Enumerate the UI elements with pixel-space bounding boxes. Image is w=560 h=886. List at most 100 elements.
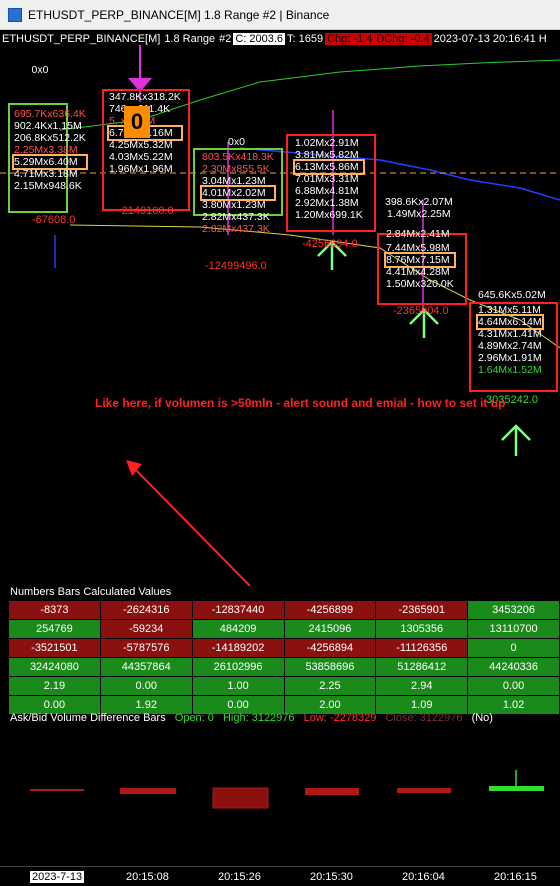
cell: 7.44Mx5.98M (386, 242, 450, 254)
askbid-open: Open: 0 (174, 712, 214, 724)
bar-delta-3: -12499496.0 (205, 260, 267, 272)
poc-cell: 5.29Mx6.40M (12, 154, 88, 170)
cell: 2.30Mx855.5K (202, 163, 270, 175)
window-title: ETHUSDT_PERP_BINANCE[M] 1.8 Range #2 | B… (28, 7, 330, 22)
cell: 2.82Mx437.3K (202, 223, 270, 235)
cell: 4.25Mx5.32M (109, 139, 173, 151)
numbers-cell: 2415096 (283, 619, 377, 639)
time-axis: 2023-7-13 20:15:08 20:15:26 20:15:30 20:… (0, 866, 560, 886)
numbers-cell: 0.00 (99, 676, 193, 696)
annotation-arrow-line (131, 465, 251, 586)
numbers-cell: 51286412 (375, 657, 469, 677)
cell: 1.20Mx699.1K (295, 209, 363, 221)
askbid-high: High: 3122976 (222, 712, 295, 724)
bar-header: 645.6Kx5.02M (478, 289, 546, 301)
askbid-header: Ask/Bid Volume Difference Bars Open: 0 H… (10, 712, 493, 724)
cell: 1.96Mx1.96M (109, 163, 173, 175)
numbers-row: 2.19 0.00 1.00 2.25 2.94 0.00 (8, 676, 560, 696)
poc-cell: 4.01Mx2.02M (200, 185, 276, 201)
bar-header: 0x0 (228, 136, 245, 148)
cell: 2.15Mx948.6K (14, 180, 82, 192)
cell: 2.92Mx1.38M (295, 197, 359, 209)
cell: 4.31Mx1.41M (478, 328, 542, 340)
cell: 902.4Kx1.15M (14, 120, 82, 132)
numbers-cell: 32424080 (8, 657, 101, 677)
askbid-bars (30, 770, 544, 809)
askbid-bar-6 (489, 786, 544, 791)
numbers-cell: 2.25 (283, 676, 377, 696)
numbers-cell: -3521501 (8, 638, 101, 658)
numbers-cell: 2.19 (8, 676, 101, 696)
cell: 2.96Mx1.91M (478, 352, 542, 364)
bar-delta-2: -2140100.0 (118, 205, 174, 217)
numbers-cell: 0 (467, 638, 560, 658)
cell: 2.84Mx2.41M (386, 228, 450, 240)
cell: 1.02Mx2.91M (295, 137, 359, 149)
numbers-cell: 3453206 (467, 600, 560, 620)
bar-delta-4: -4256894.0 (302, 238, 358, 250)
footprint-bar-3[interactable]: 0x0 (228, 136, 245, 148)
cell: 206.8Kx512.2K (14, 132, 86, 144)
numbers-bars-table: -8373 -2624316 -12837440 -4256899 -2365901 34… (8, 600, 560, 715)
alert-badge: 0 (124, 106, 150, 138)
axis-tick: 20:15:26 (218, 871, 261, 883)
footprint-values-3: 803.5Kx418.3K 2.30Mx855.5K 3.04Mx1.23M 4… (200, 151, 276, 235)
cell: 6.88Mx4.81M (295, 185, 359, 197)
footprint-values-1: 695.7Kx636.4K 902.4Kx1.15M 206.8Kx512.2K… (12, 108, 88, 192)
cell: 1.50Mx320.0K (386, 278, 454, 290)
footprint-bar-5[interactable]: 398.6Kx2.07M 1.49Mx2.25M (385, 196, 453, 220)
cell: 2.82Mx437.3K (202, 211, 270, 223)
numbers-cell: 44240336 (467, 657, 560, 677)
askbid-bar-4 (305, 788, 359, 795)
numbers-row: 32424080 44357864 26102996 53858696 51286412… (8, 657, 560, 677)
bar-delta-1: -67608.0 (32, 214, 76, 226)
poc-cell: 4.64Mx6.14M (476, 314, 544, 330)
numbers-cell: -4256899 (283, 600, 377, 620)
poc-cell: 6.13Mx5.86M (293, 159, 365, 175)
cell: 695.7Kx636.4K (14, 108, 86, 120)
footprint-bar-1[interactable]: 0x0 (10, 64, 70, 76)
askbid-bar-5 (397, 788, 451, 793)
numbers-cell: 13110700 (467, 619, 560, 639)
cell: 7.01Mx3.31M (295, 173, 359, 185)
bar-header: 347.8Kx318.2K (109, 91, 181, 103)
axis-tick: 20:15:08 (126, 871, 169, 883)
axis-tick: 20:16:04 (402, 871, 445, 883)
numbers-row: 254769 -59234 484209 2415096 1305356 13110700 (8, 619, 560, 639)
numbers-panel-title: Numbers Bars Calculated Values (10, 586, 172, 598)
poc-cell: 8.76Mx7.15M (384, 252, 456, 268)
askbid-close: Close: 3122976 (385, 712, 463, 724)
numbers-cell: 254769 (8, 619, 101, 639)
numbers-cell: -4256894 (283, 638, 377, 658)
cell: 1.49Mx2.25M (387, 208, 451, 220)
footprint-values-6: 1.31Mx5.11M 4.64Mx6.14M 4.31Mx1.41M 4.89… (476, 304, 544, 376)
numbers-cell: 1305356 (375, 619, 469, 639)
numbers-cell: 1.00 (191, 676, 285, 696)
user-annotation: Like here, if volumen is >50mln - alert … (95, 396, 506, 410)
cell: 2.25Mx3.38M (14, 144, 78, 156)
numbers-cell: 2.94 (375, 676, 469, 696)
app-icon (8, 7, 22, 22)
window-titlebar: ETHUSDT_PERP_BINANCE[M] 1.8 Range #2 | B… (0, 0, 560, 30)
numbers-cell: -11126356 (375, 638, 469, 658)
cell: 1.64Mx1.52M (478, 364, 542, 376)
cell: 1.31Mx5.11M (478, 304, 541, 316)
footprint-values-5: 2.84Mx2.41M 7.44Mx5.98M 8.76Mx7.15M 4.41… (384, 228, 456, 290)
footprint-values-4[interactable]: 1.02Mx2.91M 3.81Mx5.82M 6.13Mx5.86M 7.01… (293, 137, 365, 221)
numbers-row: -3521501 -5787576 -14189202 -4256894 -111263… (8, 638, 560, 658)
numbers-cell: -5787576 (99, 638, 193, 658)
footprint-bar-6[interactable]: 645.6Kx5.02M (478, 289, 546, 301)
bar-header: 0x0 (31, 64, 49, 76)
chart-area[interactable]: ETHUSDT_PERP_BINANCE[M] 1.8 Range #2 C: … (0, 30, 560, 586)
askbid-title: Ask/Bid Volume Difference Bars (10, 712, 166, 724)
cell: 4.03Mx5.22M (109, 151, 173, 163)
bar-delta-5: -2365904.0 (393, 305, 449, 317)
cell: 803.5Kx418.3K (202, 151, 274, 163)
numbers-row: -8373 -2624316 -12837440 -4256899 -2365901 34… (8, 600, 560, 620)
numbers-cell: 0.00 (467, 676, 560, 696)
cell: 3.04Mx1.23M (202, 175, 266, 187)
cell: 3.81Mx5.82M (295, 149, 359, 161)
numbers-cell: -8373 (8, 600, 101, 620)
askbid-low: Low: -2278329 (303, 712, 377, 724)
cell: 4.41Mx4.28M (386, 266, 450, 278)
